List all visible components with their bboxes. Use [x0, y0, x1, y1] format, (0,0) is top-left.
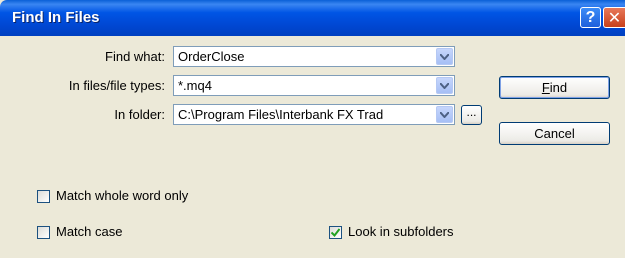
file-types-value: *.mq4 — [178, 78, 212, 93]
close-icon: ✕ — [607, 9, 622, 27]
find-what-value: OrderClose — [178, 49, 245, 64]
in-folder-value: C:\Program Files\Interbank FX Trad — [178, 107, 384, 122]
match-whole-word-checkbox[interactable] — [37, 190, 50, 203]
close-button[interactable]: ✕ — [603, 7, 625, 28]
title-bar[interactable]: Find In Files ? ✕ — [0, 0, 625, 36]
find-what-combo[interactable]: OrderClose — [173, 46, 455, 67]
chevron-down-icon — [440, 54, 449, 60]
browse-folder-button[interactable]: ... — [461, 105, 482, 125]
find-what-label: Find what: — [105, 49, 165, 64]
in-folder-label: In folder: — [114, 107, 165, 122]
find-what-dropdown-button[interactable] — [436, 48, 453, 65]
help-icon: ? — [585, 8, 596, 26]
look-in-subfolders-label[interactable]: Look in subfolders — [348, 224, 454, 239]
chevron-down-icon — [440, 112, 449, 118]
file-types-label: In files/file types: — [68, 78, 165, 93]
file-types-dropdown-button[interactable] — [436, 77, 453, 94]
chevron-down-icon — [440, 83, 449, 89]
in-folder-combo[interactable]: C:\Program Files\Interbank FX Trad — [173, 104, 455, 125]
look-in-subfolders-checkbox[interactable] — [329, 226, 342, 239]
window-title: Find In Files — [12, 9, 100, 26]
match-case-label[interactable]: Match case — [56, 224, 122, 239]
match-whole-word-label[interactable]: Match whole word only — [56, 188, 188, 203]
dialog-body: Find what: OrderClose In files/file type… — [0, 36, 625, 258]
find-button[interactable]: Find — [499, 76, 610, 99]
cancel-button[interactable]: Cancel — [499, 122, 610, 145]
in-folder-dropdown-button[interactable] — [436, 106, 453, 123]
help-button[interactable]: ? — [580, 7, 601, 28]
match-case-checkbox[interactable] — [37, 226, 50, 239]
checkmark-icon — [331, 228, 340, 237]
file-types-combo[interactable]: *.mq4 — [173, 75, 455, 96]
